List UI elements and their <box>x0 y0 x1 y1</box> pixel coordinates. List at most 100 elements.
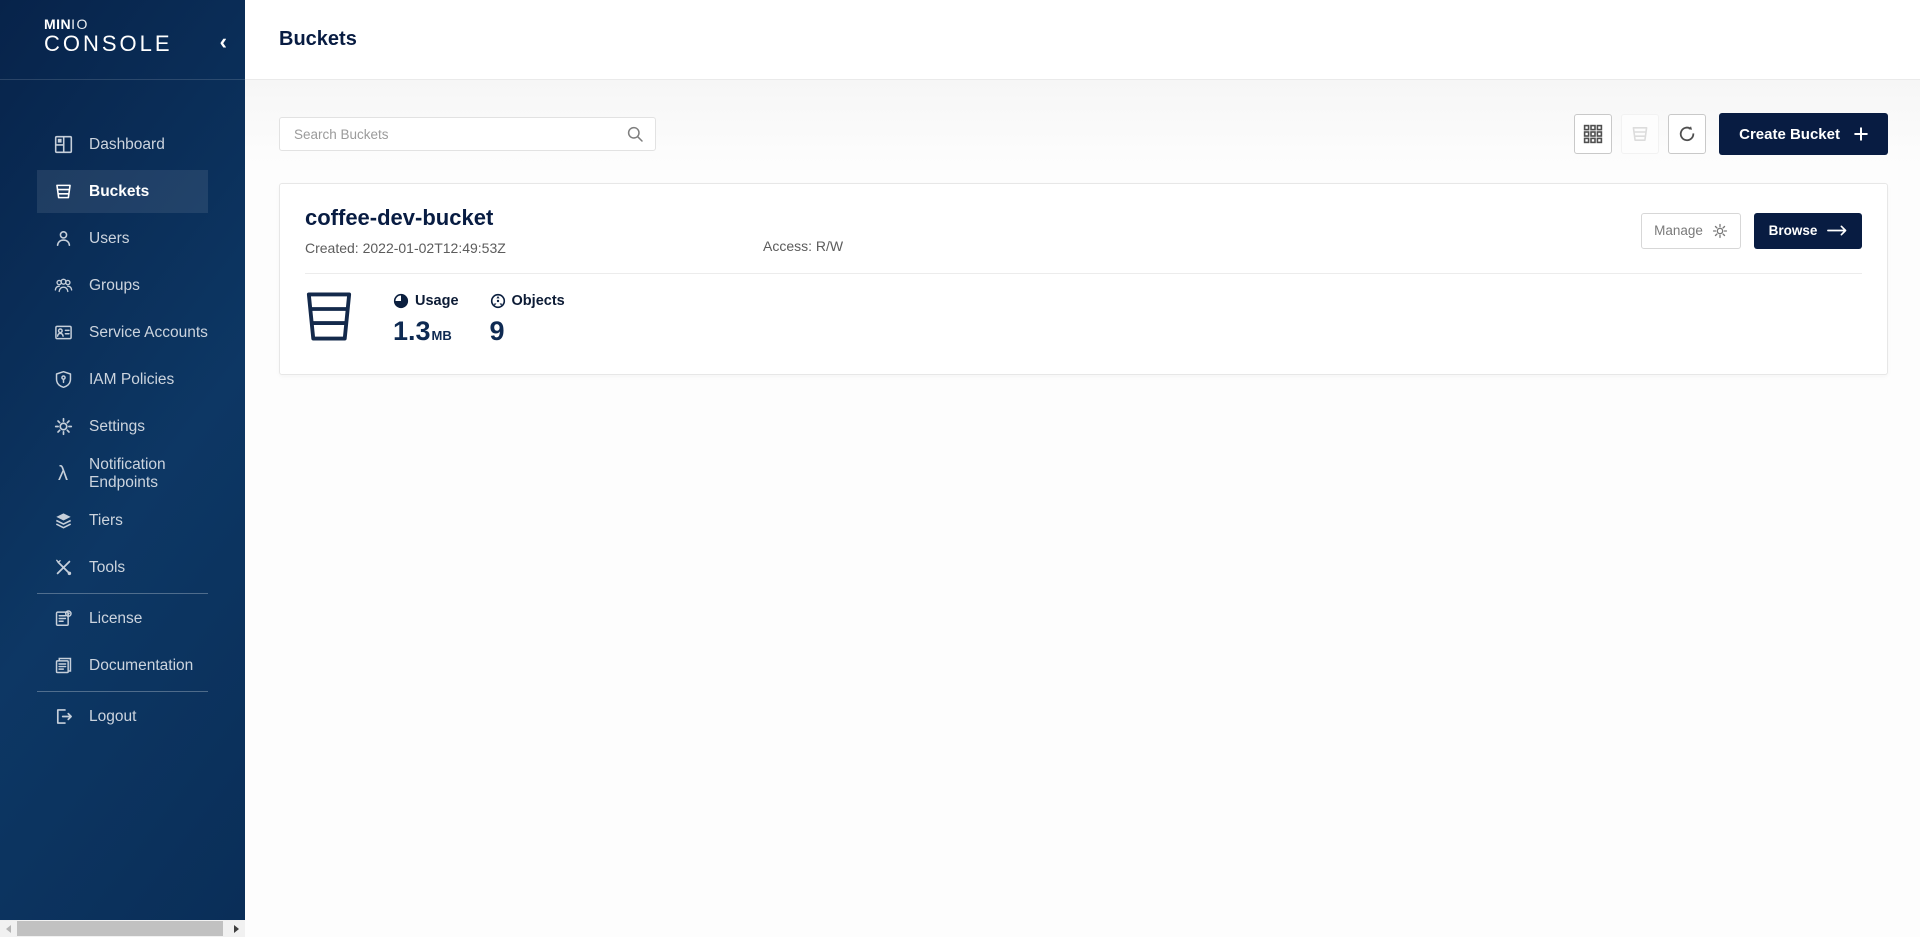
bucket-actions: Manage Browse <box>1641 213 1862 249</box>
sidebar-item-groups[interactable]: Groups <box>37 264 208 307</box>
sidebar-item-label: Tiers <box>89 512 123 530</box>
usage-unit: MB <box>432 328 452 343</box>
grid-view-icon <box>1583 124 1603 144</box>
main-area: Buckets <box>245 0 1920 937</box>
usage-value: 1.3 <box>393 316 431 347</box>
usage-value-row: 1.3 MB <box>393 316 459 347</box>
objects-icon <box>490 293 506 309</box>
minio-console-app: MINIO CONSOLE ‹ Dashboard Buckets <box>0 0 1920 937</box>
search-icon <box>626 125 644 143</box>
user-icon <box>53 229 73 249</box>
brand-wordmark: MINIO CONSOLE <box>44 17 245 57</box>
sidebar-item-license[interactable]: License <box>37 597 208 640</box>
logout-icon <box>53 707 73 727</box>
page-header: Buckets <box>245 0 1920 80</box>
sidebar-item-label: License <box>89 610 142 628</box>
sidebar-item-users[interactable]: Users <box>37 217 208 260</box>
sidebar-item-label: Documentation <box>89 657 193 675</box>
sidebar-item-notification-endpoints[interactable]: λ Notification Endpoints <box>37 452 208 495</box>
license-icon <box>53 609 73 629</box>
bucket-title-block: coffee-dev-bucket Created: 2022-01-02T12… <box>305 205 763 256</box>
brand-minio: MINIO <box>44 17 245 31</box>
bucket-name: coffee-dev-bucket <box>305 205 763 231</box>
sidebar-item-label: Settings <box>89 418 145 436</box>
sidebar-item-label: IAM Policies <box>89 371 174 389</box>
bucket-created: Created: 2022-01-02T12:49:53Z <box>305 240 763 256</box>
chevron-left-icon: ‹ <box>220 29 227 54</box>
logo: MINIO CONSOLE ‹ <box>0 0 245 80</box>
sidebar-item-dashboard[interactable]: Dashboard <box>37 123 208 166</box>
usage-label: Usage <box>415 293 459 309</box>
objects-value-row: 9 <box>490 316 565 347</box>
bucket-icon <box>53 182 73 202</box>
sidebar-item-label: Notification Endpoints <box>89 456 208 492</box>
card-divider <box>305 273 1862 274</box>
sidebar-item-iam-policies[interactable]: IAM Policies <box>37 358 208 401</box>
objects-value: 9 <box>490 316 505 347</box>
sidebar-item-label: Users <box>89 230 129 248</box>
search-box <box>279 117 656 151</box>
sidebar-item-tools[interactable]: Tools <box>37 546 208 589</box>
sidebar-item-documentation[interactable]: Documentation <box>37 644 208 687</box>
sidebar-item-service-accounts[interactable]: Service Accounts <box>37 311 208 354</box>
usage-label-row: Usage <box>393 293 459 309</box>
browse-button[interactable]: Browse <box>1754 213 1862 249</box>
bucket-card-header: coffee-dev-bucket Created: 2022-01-02T12… <box>305 205 1862 256</box>
list-view-button[interactable] <box>1621 114 1659 154</box>
objects-label: Objects <box>512 293 565 309</box>
refresh-icon <box>1677 124 1697 144</box>
scrollbar-thumb[interactable] <box>17 921 223 936</box>
search-input[interactable] <box>279 117 656 151</box>
groups-icon <box>53 276 73 296</box>
id-card-icon <box>53 323 73 343</box>
content-area: Create Bucket coffee-dev-bucket Created:… <box>245 80 1920 937</box>
sidebar-item-label: Buckets <box>89 183 149 201</box>
sidebar-menu: Dashboard Buckets Users <box>0 80 245 738</box>
refresh-button[interactable] <box>1668 114 1706 154</box>
dashboard-icon <box>53 135 73 155</box>
sidebar-divider <box>37 691 208 692</box>
collapse-sidebar-button[interactable]: ‹ <box>220 34 227 50</box>
tools-icon <box>53 558 73 578</box>
bucket-list-icon <box>1630 124 1650 144</box>
horizontal-scrollbar[interactable] <box>0 920 245 937</box>
gear-icon <box>53 417 73 437</box>
bucket-metrics: Usage 1.3 MB Objects 9 <box>305 290 1862 347</box>
bucket-icon-large <box>305 290 353 343</box>
pie-chart-icon <box>393 293 409 309</box>
sidebar-item-label: Logout <box>89 708 136 726</box>
bucket-access: Access: R/W <box>763 238 1641 256</box>
usage-metric: Usage 1.3 MB <box>393 290 459 347</box>
layers-icon <box>53 511 73 531</box>
manage-label: Manage <box>1654 223 1703 238</box>
grid-view-button[interactable] <box>1574 114 1612 154</box>
shield-icon <box>53 370 73 390</box>
manage-button[interactable]: Manage <box>1641 213 1741 249</box>
browse-label: Browse <box>1769 223 1818 238</box>
left-column: MINIO CONSOLE ‹ Dashboard Buckets <box>0 0 245 937</box>
buckets-toolbar: Create Bucket <box>279 113 1888 155</box>
brand-console: CONSOLE <box>44 31 245 57</box>
sidebar-divider <box>37 593 208 594</box>
sidebar-item-settings[interactable]: Settings <box>37 405 208 448</box>
objects-metric: Objects 9 <box>490 290 565 347</box>
create-bucket-button[interactable]: Create Bucket <box>1719 113 1888 155</box>
sidebar-item-label: Dashboard <box>89 136 165 154</box>
gear-icon <box>1712 223 1728 239</box>
objects-label-row: Objects <box>490 293 565 309</box>
sidebar-item-label: Service Accounts <box>89 324 208 342</box>
plus-icon <box>1854 127 1868 141</box>
scroll-left-arrow[interactable] <box>0 920 17 937</box>
scroll-right-arrow[interactable] <box>228 920 245 937</box>
sidebar-item-buckets[interactable]: Buckets <box>37 170 208 213</box>
lambda-icon: λ <box>53 464 73 484</box>
create-bucket-label: Create Bucket <box>1739 126 1840 143</box>
sidebar-item-label: Tools <box>89 559 125 577</box>
bucket-card: coffee-dev-bucket Created: 2022-01-02T12… <box>279 183 1888 375</box>
toolbar-actions: Create Bucket <box>1574 113 1888 155</box>
sidebar-item-logout[interactable]: Logout <box>37 695 208 738</box>
page-title: Buckets <box>279 28 357 51</box>
sidebar-item-tiers[interactable]: Tiers <box>37 499 208 542</box>
right-arrow-icon <box>1827 225 1847 236</box>
sidebar: MINIO CONSOLE ‹ Dashboard Buckets <box>0 0 245 920</box>
